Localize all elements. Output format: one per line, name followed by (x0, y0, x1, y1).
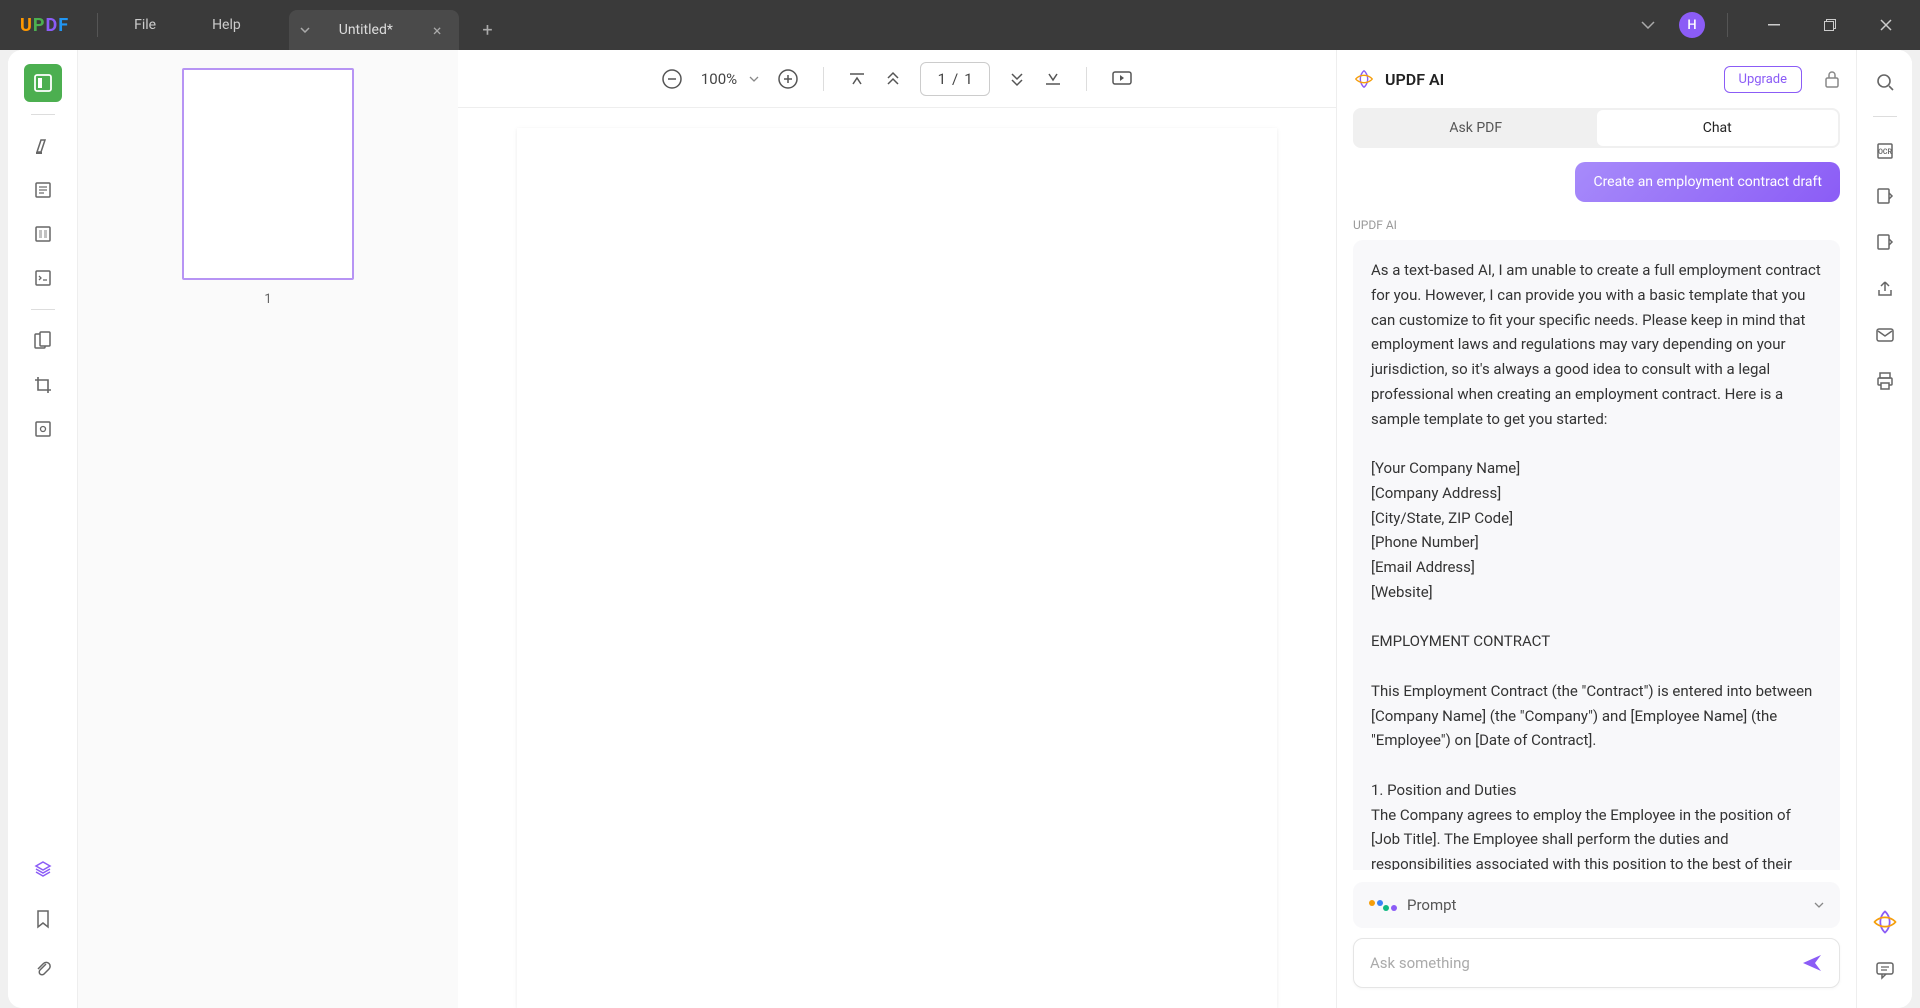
zoom-in-button[interactable] (777, 68, 799, 90)
next-page-button[interactable] (1008, 70, 1026, 88)
close-button[interactable] (1862, 0, 1910, 50)
separator (31, 114, 55, 115)
last-page-button[interactable] (1044, 70, 1062, 88)
prompt-bar[interactable]: Prompt (1353, 882, 1840, 928)
titlebar-right: H (1641, 0, 1920, 50)
ai-footer: Prompt (1337, 870, 1856, 1008)
prev-page-button[interactable] (884, 70, 902, 88)
first-page-button[interactable] (848, 70, 866, 88)
add-tab-button[interactable]: + (467, 10, 507, 50)
logo-p: P (33, 15, 46, 36)
tab-menu-icon[interactable] (289, 10, 321, 50)
print-icon[interactable] (1867, 363, 1903, 399)
chevron-down-icon[interactable] (1641, 21, 1655, 29)
share-icon[interactable] (1867, 271, 1903, 307)
prompt-dots-icon (1369, 900, 1397, 911)
thumbnails-tool[interactable] (24, 64, 62, 102)
zoom-out-button[interactable] (661, 68, 683, 90)
lock-icon[interactable] (1824, 70, 1840, 88)
search-icon[interactable] (1867, 64, 1903, 100)
chat-input[interactable] (1370, 954, 1801, 972)
ai-title: UPDF AI (1385, 70, 1444, 89)
email-icon[interactable] (1867, 317, 1903, 353)
bookmark-icon[interactable] (24, 900, 62, 938)
redact-tool[interactable] (24, 410, 62, 448)
ai-header: UPDF AI Upgrade (1337, 50, 1856, 108)
ai-response: As a text-based AI, I am unable to creat… (1353, 240, 1840, 870)
logo-d: D (45, 15, 58, 36)
close-icon[interactable]: × (433, 21, 442, 40)
tab-area: Untitled* × + (289, 0, 508, 50)
page-input[interactable]: 1 / 1 (920, 62, 990, 96)
zoom-display: 100% (701, 70, 759, 88)
svg-text:OCR: OCR (1878, 148, 1892, 156)
link-icon[interactable] (1867, 179, 1903, 215)
separator (97, 13, 98, 37)
attachment-icon[interactable] (24, 950, 62, 988)
titlebar: UPDF File Help Untitled* × + H (0, 0, 1920, 50)
crop-tool[interactable] (24, 366, 62, 404)
ai-sender-label: UPDF AI (1353, 218, 1840, 232)
chevron-down-icon (1814, 902, 1824, 908)
export-icon[interactable] (1867, 225, 1903, 261)
thumbnail-label: 1 (264, 292, 271, 307)
thumbnail-page-1[interactable] (182, 68, 354, 280)
tab-chat[interactable]: Chat (1597, 110, 1839, 146)
page-current: 1 (938, 70, 946, 88)
menu-help[interactable]: Help (184, 0, 269, 50)
ai-tabs: Ask PDF Chat (1353, 108, 1840, 148)
separator (1086, 67, 1087, 91)
presentation-button[interactable] (1111, 70, 1133, 88)
separator (823, 67, 824, 91)
prompt-label: Prompt (1407, 896, 1804, 914)
menu-file[interactable]: File (106, 0, 184, 50)
comment-panel-icon[interactable] (1867, 952, 1903, 988)
thumbnail-panel: 1 (78, 50, 458, 1008)
main-container: 1 100% 1 / (8, 50, 1912, 1008)
organize-tool[interactable] (24, 322, 62, 360)
maximize-button[interactable] (1806, 0, 1854, 50)
logo-u: U (20, 15, 33, 36)
document-area: 100% 1 / 1 (458, 50, 1336, 1008)
ai-float-button[interactable] (1867, 904, 1903, 940)
separator (1727, 13, 1728, 37)
minimize-button[interactable] (1750, 0, 1798, 50)
ai-panel: UPDF AI Upgrade Ask PDF Chat Create an e… (1336, 50, 1856, 1008)
edit-tool[interactable] (24, 215, 62, 253)
app-logo: UPDF (0, 15, 89, 36)
left-toolbar-bottom (24, 850, 62, 1008)
user-message: Create an employment contract draft (1353, 162, 1840, 202)
zoom-select[interactable]: 100% (701, 70, 759, 88)
left-toolbar (8, 50, 78, 1008)
user-bubble: Create an employment contract draft (1575, 162, 1840, 202)
ai-chat[interactable]: Create an employment contract draft UPDF… (1337, 162, 1856, 870)
doc-canvas[interactable] (458, 108, 1336, 1008)
right-toolbar-bottom (1867, 904, 1903, 1008)
right-toolbar: OCR (1856, 50, 1912, 1008)
zoom-value: 100% (701, 70, 737, 88)
page-sep: / (952, 70, 958, 88)
ocr-icon[interactable]: OCR (1867, 133, 1903, 169)
logo-f: F (58, 15, 69, 36)
chat-input-bar (1353, 938, 1840, 988)
send-button[interactable] (1801, 953, 1823, 973)
form-tool[interactable] (24, 259, 62, 297)
tab-title: Untitled* (339, 22, 393, 38)
tab-ask-pdf[interactable]: Ask PDF (1355, 110, 1597, 146)
page-total: 1 (964, 70, 972, 88)
doc-page[interactable] (517, 128, 1277, 1008)
doc-toolbar: 100% 1 / 1 (458, 50, 1336, 108)
comment-tool[interactable] (24, 171, 62, 209)
document-tab[interactable]: Untitled* × (321, 10, 460, 50)
upgrade-button[interactable]: Upgrade (1724, 66, 1802, 93)
highlighter-tool[interactable] (24, 127, 62, 165)
layers-icon[interactable] (24, 850, 62, 888)
ai-logo-icon (1353, 68, 1375, 90)
separator (31, 309, 55, 310)
separator (1873, 116, 1897, 117)
avatar[interactable]: H (1679, 12, 1705, 38)
